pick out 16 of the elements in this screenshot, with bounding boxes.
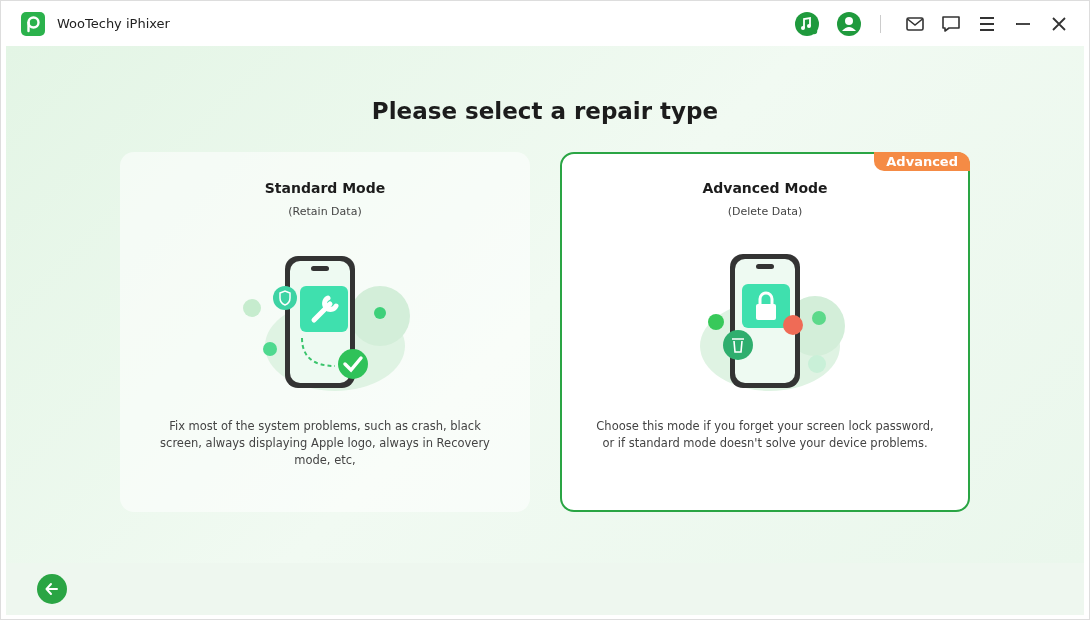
mode-description: Choose this mode if you forget your screen lock password, or if standard mode doesn't solve your device problems. xyxy=(595,418,935,452)
mode-subtitle: (Delete Data) xyxy=(727,205,803,218)
mode-card[interactable]: Standard Mode (Retain Data) Fix most of the system problems, such as crash, black screen, always displaying Apple logo, always in Recovery mode, etc, xyxy=(120,152,530,512)
mode-card[interactable]: Advanced Advanced Mode (Delete Data) Choose this mode if you forget your screen lock password, or if standard mode doesn't solve your device problems. xyxy=(560,152,970,512)
mode-description: Fix most of the system problems, such as crash, black screen, always displaying Apple logo, always in Recovery mode, etc, xyxy=(159,418,491,469)
back-button[interactable] xyxy=(37,574,67,604)
user-account-icon[interactable] xyxy=(836,10,862,37)
page-heading: Please select a repair type xyxy=(371,98,719,124)
mode-title: Advanced Mode xyxy=(702,180,828,196)
app-logo-icon xyxy=(21,11,45,36)
mode-subtitle: (Retain Data) xyxy=(288,205,362,218)
advanced-badge: Advanced xyxy=(874,152,970,171)
chat-icon[interactable] xyxy=(941,13,961,34)
mode-title: Standard Mode xyxy=(264,180,386,196)
left-arrow-icon xyxy=(44,581,60,597)
window-title: WooTechy iPhixer xyxy=(57,16,170,31)
